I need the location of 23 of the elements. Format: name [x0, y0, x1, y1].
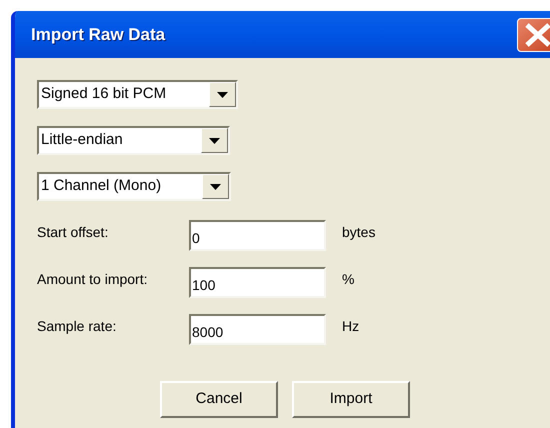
unit-label: Hz	[342, 317, 360, 336]
dropdown-arrow-button[interactable]	[201, 128, 228, 153]
caret-icon	[210, 184, 221, 190]
dropdown[interactable]: Little-endian	[37, 126, 230, 155]
input-field[interactable]: 100	[189, 267, 326, 298]
dropdown-arrow-button[interactable]	[202, 174, 229, 199]
dropdown-arrow-button[interactable]	[209, 82, 236, 107]
field-label: Sample rate:	[37, 317, 118, 336]
window-title: Import Raw Data	[31, 24, 166, 46]
caret-icon	[209, 138, 220, 144]
close-icon	[524, 22, 550, 46]
dropdown[interactable]: Signed 16 bit PCM	[37, 80, 238, 109]
dropdown[interactable]: 1 Channel (Mono)	[37, 172, 231, 201]
input-field[interactable]: 0	[189, 220, 326, 251]
field-label: Amount to import:	[37, 270, 148, 289]
field-label: Start offset:	[37, 223, 110, 242]
dialog-button[interactable]: Import	[292, 381, 410, 418]
unit-label: %	[342, 270, 354, 289]
caret-icon	[217, 92, 228, 98]
input-field[interactable]: 8000	[189, 314, 326, 345]
close-button[interactable]	[517, 18, 550, 52]
unit-label: bytes	[342, 223, 376, 242]
dialog-button[interactable]: Cancel	[160, 381, 278, 418]
